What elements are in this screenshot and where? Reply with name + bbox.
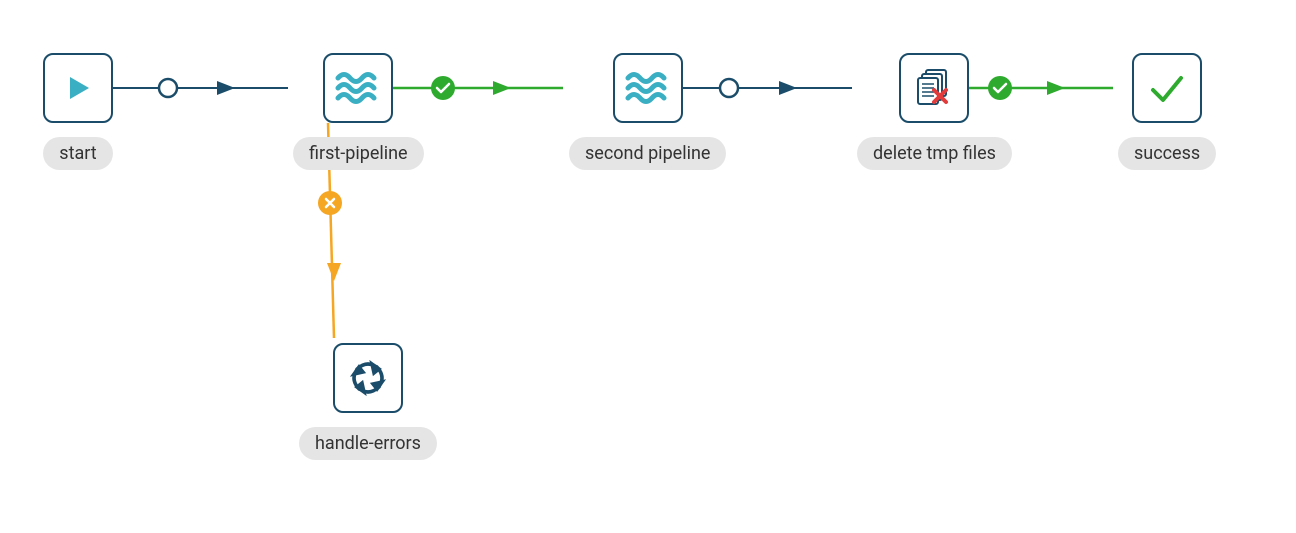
check-icon — [1145, 66, 1189, 110]
node-second-pipeline-box — [613, 53, 683, 123]
waves-icon — [624, 68, 672, 108]
node-first-pipeline[interactable]: first-pipeline — [293, 53, 424, 170]
node-handle-errors-box — [333, 343, 403, 413]
node-handle-errors-label: handle-errors — [299, 427, 437, 460]
node-delete-tmp-label: delete tmp files — [857, 137, 1012, 170]
node-first-pipeline-label: first-pipeline — [293, 137, 424, 170]
node-first-pipeline-box — [323, 53, 393, 123]
node-second-pipeline-label: second pipeline — [569, 137, 726, 170]
node-second-pipeline[interactable]: second pipeline — [569, 53, 726, 170]
delete-files-icon — [910, 64, 958, 112]
node-start-box — [43, 53, 113, 123]
node-handle-errors[interactable]: handle-errors — [299, 343, 437, 460]
node-delete-tmp[interactable]: delete tmp files — [857, 53, 1012, 170]
node-delete-tmp-box — [899, 53, 969, 123]
node-success-label: success — [1118, 137, 1216, 170]
node-start-label: start — [43, 137, 112, 170]
workflow-canvas: start first-pipeline second pipeline — [0, 0, 1296, 533]
node-success-box — [1132, 53, 1202, 123]
node-start[interactable]: start — [43, 53, 113, 170]
edge-start-to-first — [113, 78, 293, 98]
play-icon — [61, 71, 95, 105]
node-success[interactable]: success — [1118, 53, 1216, 170]
waves-icon — [334, 68, 382, 108]
retry-icon — [345, 355, 391, 401]
